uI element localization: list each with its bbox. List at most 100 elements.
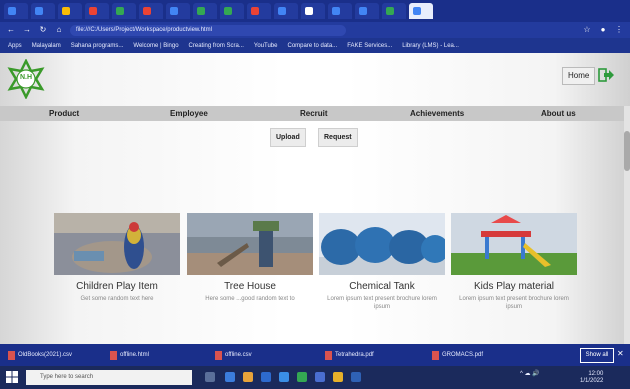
product-image-children-play-item <box>54 213 180 275</box>
bookmark-item[interactable]: YouTube <box>254 43 278 49</box>
file-icon <box>325 350 332 360</box>
tab-favicon-icon <box>251 7 259 15</box>
product-image-chemical-tank <box>319 213 445 275</box>
product-description: Lorem ipsum text present brochure lorem … <box>327 296 437 310</box>
page-scrollbar[interactable] <box>624 106 630 344</box>
edge-icon[interactable] <box>225 372 235 382</box>
product-title: Chemical Tank <box>349 281 415 292</box>
download-item[interactable]: GROMACS.pdf <box>432 348 483 362</box>
browser-tab[interactable] <box>58 3 82 19</box>
nav-item-employee[interactable]: Employee <box>170 106 208 121</box>
scrollbar-thumb[interactable] <box>624 131 630 171</box>
browser-tab[interactable] <box>220 3 244 19</box>
browser-tab[interactable] <box>328 3 352 19</box>
system-tray[interactable]: ^ ☁ 🔊 <box>520 371 540 378</box>
browser-tab[interactable] <box>31 3 55 19</box>
main-nav: Product Employee Recruit Achievements Ab… <box>0 106 630 121</box>
tab-favicon-icon <box>305 7 313 15</box>
tab-favicon-icon <box>143 7 151 15</box>
nav-item-recruit[interactable]: Recruit <box>300 106 328 121</box>
product-description: Here some ...good random text to <box>205 296 295 302</box>
close-icon[interactable]: ✕ <box>617 349 624 358</box>
tab-favicon-icon <box>8 7 16 15</box>
taskbar-search-input[interactable]: Type here to search <box>26 370 192 385</box>
tab-favicon-icon <box>224 7 232 15</box>
web-page: N.H Home Product Employee Recruit Achiev… <box>0 53 630 344</box>
reload-icon[interactable]: ↻ <box>38 25 48 35</box>
browser-tab[interactable] <box>247 3 271 19</box>
product-card-chemical-tank[interactable]: Chemical Tank Lorem ipsum text present b… <box>319 213 445 311</box>
bookmark-item[interactable]: Malayalam <box>32 43 61 49</box>
menu-icon[interactable]: ⋮ <box>614 25 624 35</box>
download-item[interactable]: offline.csv <box>215 348 252 362</box>
request-button[interactable]: Request <box>318 128 358 147</box>
browser-tab[interactable] <box>382 3 406 19</box>
tab-favicon-icon <box>170 7 178 15</box>
logout-icon[interactable] <box>597 66 615 84</box>
task-view-icon[interactable] <box>205 372 215 382</box>
browser-tab[interactable] <box>139 3 163 19</box>
bookmark-item[interactable]: FAKE Services... <box>347 43 392 49</box>
bookmark-item[interactable]: Sahana programs... <box>71 43 124 49</box>
home-browser-icon[interactable]: ⌂ <box>54 25 64 35</box>
nav-item-achievements[interactable]: Achievements <box>410 106 464 121</box>
browser-tab[interactable] <box>355 3 379 19</box>
logo-text: N.H <box>19 74 33 81</box>
address-toolbar: ← → ↻ ⌂ file:///C:/Users/Project/Workspa… <box>0 22 630 38</box>
back-icon[interactable]: ← <box>6 25 16 35</box>
home-button[interactable]: Home <box>562 67 596 85</box>
tab-favicon-icon <box>332 7 340 15</box>
file-explorer-icon[interactable] <box>243 372 253 382</box>
bookmark-item[interactable]: Creating from Scra... <box>189 43 244 49</box>
product-title: Tree House <box>224 281 276 292</box>
profile-icon[interactable]: ● <box>598 25 608 35</box>
downloads-bar: OldBooks(2021).csv offline.html offline.… <box>0 344 630 366</box>
word-icon[interactable] <box>315 372 325 382</box>
browser-tab[interactable] <box>112 3 136 19</box>
app-icon[interactable] <box>351 372 361 382</box>
bookmark-item[interactable]: Compare to data... <box>287 43 337 49</box>
browser-tab[interactable] <box>166 3 190 19</box>
file-icon <box>110 350 117 360</box>
bookmarks-bar: Apps Malayalam Sahana programs... Welcome |… <box>0 38 630 53</box>
windows-start-icon[interactable] <box>6 371 18 383</box>
bookmark-item[interactable]: Library (LMS) - Lea... <box>402 43 459 49</box>
tab-favicon-icon <box>35 7 43 15</box>
browser-tab[interactable] <box>301 3 325 19</box>
company-logo[interactable]: N.H <box>6 58 46 100</box>
nav-item-about-us[interactable]: About us <box>541 106 576 121</box>
browser-tab[interactable] <box>274 3 298 19</box>
product-card-tree-house[interactable]: Tree House Here some ...good random text… <box>187 213 313 303</box>
nav-item-product[interactable]: Product <box>49 106 79 121</box>
show-all-downloads-button[interactable]: Show all <box>580 348 614 363</box>
app-icon[interactable] <box>333 372 343 382</box>
tab-favicon-icon <box>278 7 286 15</box>
store-icon[interactable] <box>261 372 271 382</box>
browser-tab[interactable] <box>409 3 433 19</box>
star-icon[interactable]: ☆ <box>582 25 592 35</box>
file-icon <box>432 350 439 360</box>
bookmark-item[interactable]: Welcome | Bingo <box>133 43 178 49</box>
product-card-kids-play-material[interactable]: Kids Play material Lorem ipsum text pres… <box>451 213 577 311</box>
upload-button[interactable]: Upload <box>270 128 306 147</box>
browser-tab[interactable] <box>4 3 28 19</box>
product-card-children-play-item[interactable]: Children Play Item Get some random text … <box>54 213 180 303</box>
file-icon <box>8 350 15 360</box>
chrome-icon[interactable] <box>297 372 307 382</box>
download-item[interactable]: Tetrahedra.pdf <box>325 348 374 362</box>
windows-taskbar: Type here to search ^ ☁ 🔊 12:00 1/1/2022 <box>0 366 630 389</box>
product-title: Children Play Item <box>76 281 158 292</box>
mail-icon[interactable] <box>279 372 289 382</box>
download-item[interactable]: OldBooks(2021).csv <box>8 348 72 362</box>
product-image-kids-play-material <box>451 213 577 275</box>
clock[interactable]: 12:00 1/1/2022 <box>580 371 603 385</box>
file-icon <box>215 350 222 360</box>
product-image-tree-house <box>187 213 313 275</box>
browser-tab[interactable] <box>85 3 109 19</box>
url-bar[interactable]: file:///C:/Users/Project/Workspace/produ… <box>70 24 346 36</box>
browser-tab[interactable] <box>193 3 217 19</box>
tab-favicon-icon <box>62 7 70 15</box>
download-item[interactable]: offline.html <box>110 348 149 362</box>
forward-icon[interactable]: → <box>22 25 32 35</box>
bookmark-item[interactable]: Apps <box>8 43 22 49</box>
